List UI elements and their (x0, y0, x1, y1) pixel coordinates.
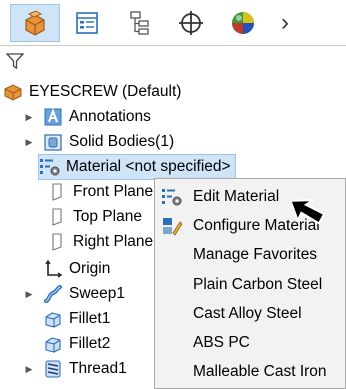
tree-item-right-plane[interactable]: Right Plane (46, 229, 153, 255)
tree-item-origin[interactable]: Origin (42, 256, 110, 282)
menu-item-label: Manage Favorites (193, 246, 318, 263)
plane-icon (46, 206, 68, 228)
tab-featuremanager[interactable] (10, 4, 60, 42)
tree-item-sweep1[interactable]: Sweep1 (42, 281, 125, 307)
part-name: EYESCREW (Default) (29, 83, 182, 100)
tab-display-manager[interactable] (218, 4, 268, 42)
tree-item-fillet1[interactable]: Fillet1 (42, 306, 110, 332)
plane-icon (46, 181, 68, 203)
chevron-right-icon: › (281, 9, 289, 36)
menu-item-label: ABS PC (193, 334, 250, 351)
tab-more-button[interactable]: › (270, 4, 300, 42)
annotations-icon (42, 106, 64, 128)
menu-item-plain-carbon-steel[interactable]: Plain Carbon Steel (155, 271, 345, 299)
menu-item-cast-alloy-steel[interactable]: Cast Alloy Steel (155, 300, 345, 328)
tab-propertymanager[interactable] (62, 4, 112, 42)
menu-item-label: Edit Material (193, 188, 280, 205)
tree-item-material[interactable]: Material <not specified> (38, 154, 236, 180)
material-icon (39, 156, 61, 178)
expand-sweep-icon[interactable]: ▶ (24, 289, 34, 299)
tree-item-label: Material <not specified> (66, 158, 231, 175)
tree-item-label: Thread1 (69, 360, 127, 377)
mouse-pointer-icon (292, 199, 326, 225)
fillet-icon (42, 333, 64, 355)
menu-item-malleable-cast-iron[interactable]: Malleable Cast Iron (155, 358, 345, 386)
propertymanager-icon (76, 12, 98, 34)
featuremanager-icon (25, 10, 45, 36)
tree-item-thread1[interactable]: Thread1 (42, 356, 127, 382)
dimxpert-crosshair-icon (179, 11, 203, 35)
expand-solid-bodies-icon[interactable]: ▶ (24, 137, 34, 147)
edit-material-icon (161, 187, 183, 207)
menu-item-abs-pc[interactable]: ABS PC (155, 329, 345, 357)
origin-icon (42, 258, 64, 280)
filter-bar (0, 48, 346, 74)
menu-item-label: Cast Alloy Steel (193, 305, 302, 322)
sweep-icon (42, 283, 64, 305)
tab-dimxpertmanager[interactable] (166, 4, 216, 42)
manager-tab-bar: › (0, 0, 346, 46)
tab-configurationmanager[interactable] (114, 4, 164, 42)
configurationmanager-icon (130, 11, 149, 35)
tree-item-solid-bodies[interactable]: Solid Bodies(1) (42, 129, 174, 155)
tree-item-annotations[interactable]: Annotations (42, 104, 151, 130)
menu-item-manage-favorites[interactable]: Manage Favorites (155, 241, 345, 269)
tree-item-label: Fillet1 (69, 310, 111, 327)
tree-root-part[interactable]: EYESCREW (Default) (2, 79, 181, 105)
tree-item-fillet2[interactable]: Fillet2 (42, 331, 110, 357)
plane-icon (46, 231, 68, 253)
solid-bodies-icon (42, 131, 64, 153)
menu-item-label: Malleable Cast Iron (193, 363, 327, 380)
tree-item-label: Sweep1 (69, 285, 126, 302)
tree-item-label: Solid Bodies(1) (69, 133, 175, 150)
expand-annotations-icon[interactable]: ▶ (24, 112, 34, 122)
filter-icon[interactable] (6, 52, 24, 70)
fillet-icon (42, 308, 64, 330)
tree-item-label: Annotations (69, 108, 151, 125)
expand-thread-icon[interactable]: ▶ (24, 364, 34, 374)
menu-item-label: Plain Carbon Steel (193, 276, 323, 293)
appearance-sphere-icon (232, 12, 254, 34)
tree-item-label: Top Plane (73, 208, 142, 225)
part-icon (2, 81, 24, 103)
tree-item-label: Front Plane (73, 183, 154, 200)
thread-icon (42, 358, 64, 380)
tree-item-label: Fillet2 (69, 335, 111, 352)
tree-item-label: Right Plane (73, 233, 154, 250)
tree-item-top-plane[interactable]: Top Plane (46, 204, 142, 230)
tree-item-front-plane[interactable]: Front Plane (46, 179, 153, 205)
configure-material-icon (161, 216, 183, 236)
tree-item-label: Origin (69, 260, 111, 277)
